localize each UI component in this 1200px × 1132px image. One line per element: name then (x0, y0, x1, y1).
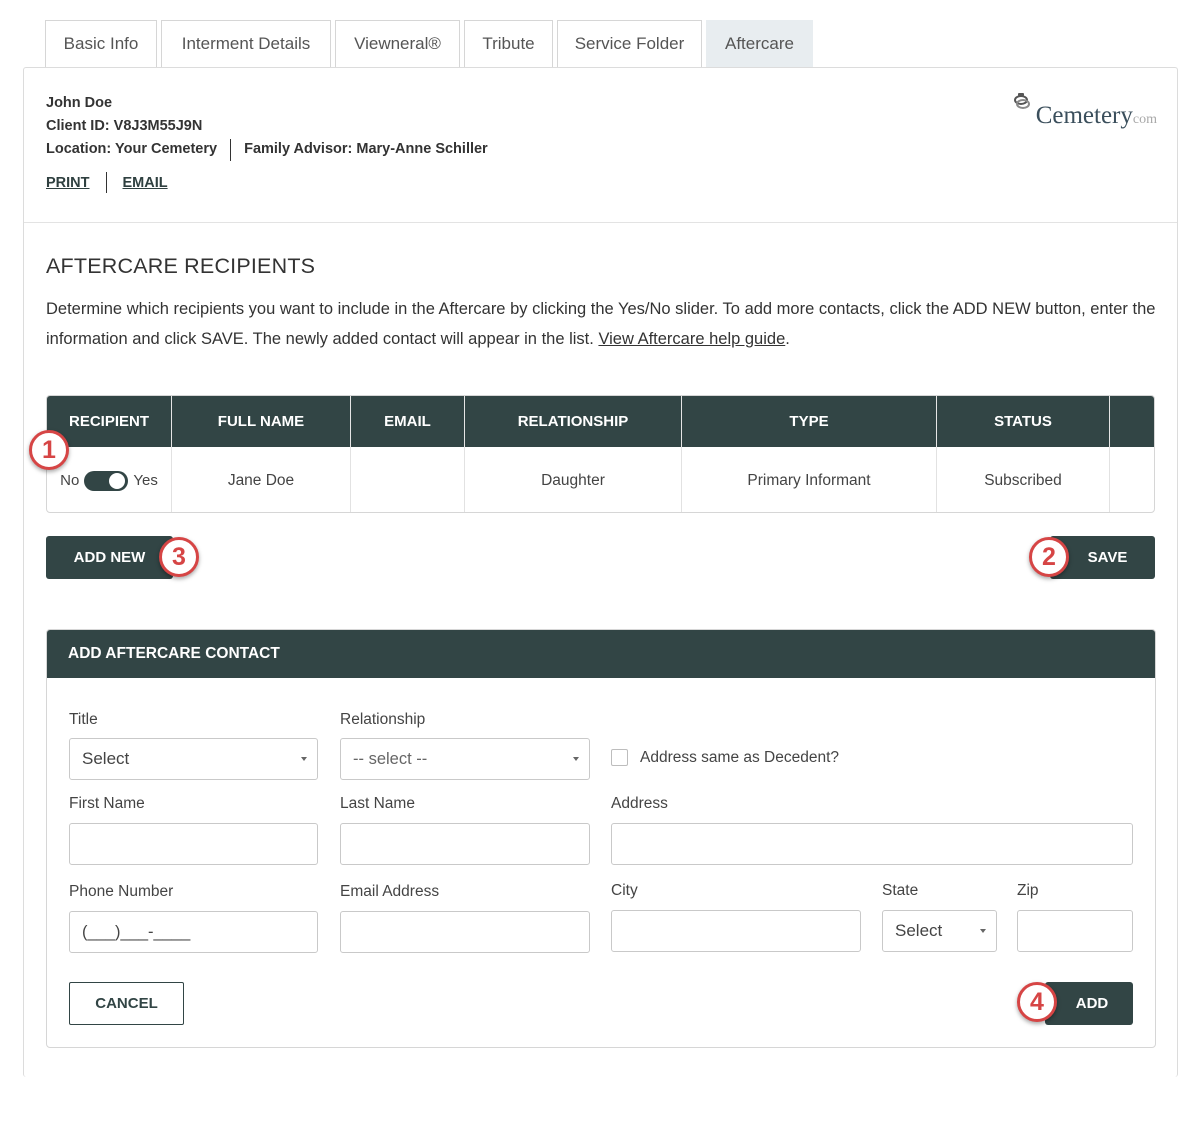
client-header: John Doe Client ID: V8J3M55J9N Location:… (24, 68, 1177, 223)
email-cell (351, 447, 465, 512)
tab-bar: Basic Info Interment Details Viewneral® … (45, 20, 817, 67)
add-button[interactable]: ADD (1045, 982, 1133, 1025)
tab-tribute[interactable]: Tribute (464, 20, 553, 67)
email-link[interactable]: EMAIL (123, 175, 168, 191)
column-header-status: STATUS (937, 396, 1110, 447)
panel-title: ADD AFTERCARE CONTACT (47, 630, 1155, 678)
state-select-value: Select (895, 921, 943, 940)
address-same-checkbox[interactable] (611, 749, 628, 766)
callout-marker: 3 (159, 537, 199, 577)
recipient-toggle: No Yes (60, 470, 158, 491)
divider (105, 172, 107, 193)
title-select[interactable]: Select (69, 738, 318, 780)
phone-input[interactable]: (___)___-____ (69, 911, 318, 953)
relationship-label: Relationship (340, 711, 426, 728)
phone-label: Phone Number (69, 883, 174, 900)
cancel-button[interactable]: CANCEL (69, 982, 184, 1025)
section-description: Determine which recipients you want to i… (46, 300, 1156, 348)
title-label: Title (69, 711, 98, 728)
add-new-button[interactable]: ADD NEW (46, 536, 173, 579)
toggle-yes-label: Yes (133, 472, 158, 489)
table-header: RECIPIENT FULL NAME EMAIL RELATIONSHIP T… (47, 396, 1154, 447)
client-id: Client ID: V8J3M55J9N (46, 118, 203, 134)
tab-basic-info[interactable]: Basic Info (45, 20, 157, 67)
zip-label: Zip (1017, 882, 1039, 899)
cemetery-logo: Cemetery com (1012, 88, 1157, 130)
tab-aftercare[interactable]: Aftercare (706, 20, 813, 67)
last-name-label: Last Name (340, 795, 415, 812)
relationship-select[interactable]: -- select -- (340, 738, 590, 780)
section-title: AFTERCARE RECIPIENTS (46, 254, 316, 278)
caret-down-icon (980, 929, 986, 933)
state-label: State (882, 882, 919, 899)
full-name-cell: Jane Doe (172, 447, 351, 512)
caret-down-icon (573, 757, 579, 761)
column-header-email: EMAIL (351, 396, 465, 447)
column-header-type: TYPE (682, 396, 937, 447)
print-link[interactable]: PRINT (46, 175, 90, 191)
toggle-no-label: No (60, 472, 80, 489)
header-links: PRINT EMAIL (46, 172, 168, 193)
column-header-actions (1110, 396, 1154, 447)
relationship-cell: Daughter (465, 447, 682, 512)
callout-marker: 2 (1029, 537, 1069, 577)
address-input[interactable] (611, 823, 1133, 865)
city-label: City (611, 882, 638, 899)
rings-icon (1012, 90, 1036, 120)
actions-cell (1110, 447, 1154, 512)
logo-word: Cemetery (1035, 102, 1133, 129)
status-cell: Subscribed (937, 447, 1110, 512)
first-name-input[interactable] (69, 823, 318, 865)
switch-knob (109, 472, 126, 489)
caret-down-icon (301, 757, 307, 761)
first-name-label: First Name (69, 795, 145, 812)
title-select-value: Select (82, 749, 130, 768)
recipient-switch[interactable] (84, 470, 129, 491)
family-advisor: Family Advisor: Mary-Anne Schiller (244, 141, 488, 157)
recipients-table: RECIPIENT FULL NAME EMAIL RELATIONSHIP T… (46, 395, 1155, 513)
tab-viewneral[interactable]: Viewneral® (335, 20, 460, 67)
client-location-row: Location: Your Cemetery Family Advisor: … (46, 138, 488, 161)
email-address-label: Email Address (340, 883, 440, 900)
table-row: No Yes Jane Doe Daughter Primary Informa… (47, 447, 1154, 512)
relationship-select-value: -- select -- (353, 749, 428, 768)
address-same-label: Address same as Decedent? (640, 749, 840, 766)
state-select[interactable]: Select (882, 910, 997, 952)
logo-suffix: com (1132, 112, 1157, 127)
callout-marker: 1 (29, 430, 69, 470)
client-name: John Doe (46, 95, 113, 111)
zip-input[interactable] (1017, 910, 1133, 952)
type-cell: Primary Informant (682, 447, 937, 512)
city-input[interactable] (611, 910, 861, 952)
help-guide-link[interactable]: View Aftercare help guide (598, 330, 785, 348)
client-info: John Doe Client ID: V8J3M55J9N Location:… (46, 92, 488, 161)
client-location: Location: Your Cemetery (46, 141, 218, 157)
column-header-full-name: FULL NAME (172, 396, 351, 447)
address-label: Address (611, 795, 668, 812)
email-address-input[interactable] (340, 911, 590, 953)
column-header-relationship: RELATIONSHIP (465, 396, 682, 447)
divider (230, 138, 232, 161)
last-name-input[interactable] (340, 823, 590, 865)
tab-service-folder[interactable]: Service Folder (557, 20, 702, 67)
callout-marker: 4 (1017, 982, 1057, 1022)
tab-interment-details[interactable]: Interment Details (161, 20, 331, 67)
